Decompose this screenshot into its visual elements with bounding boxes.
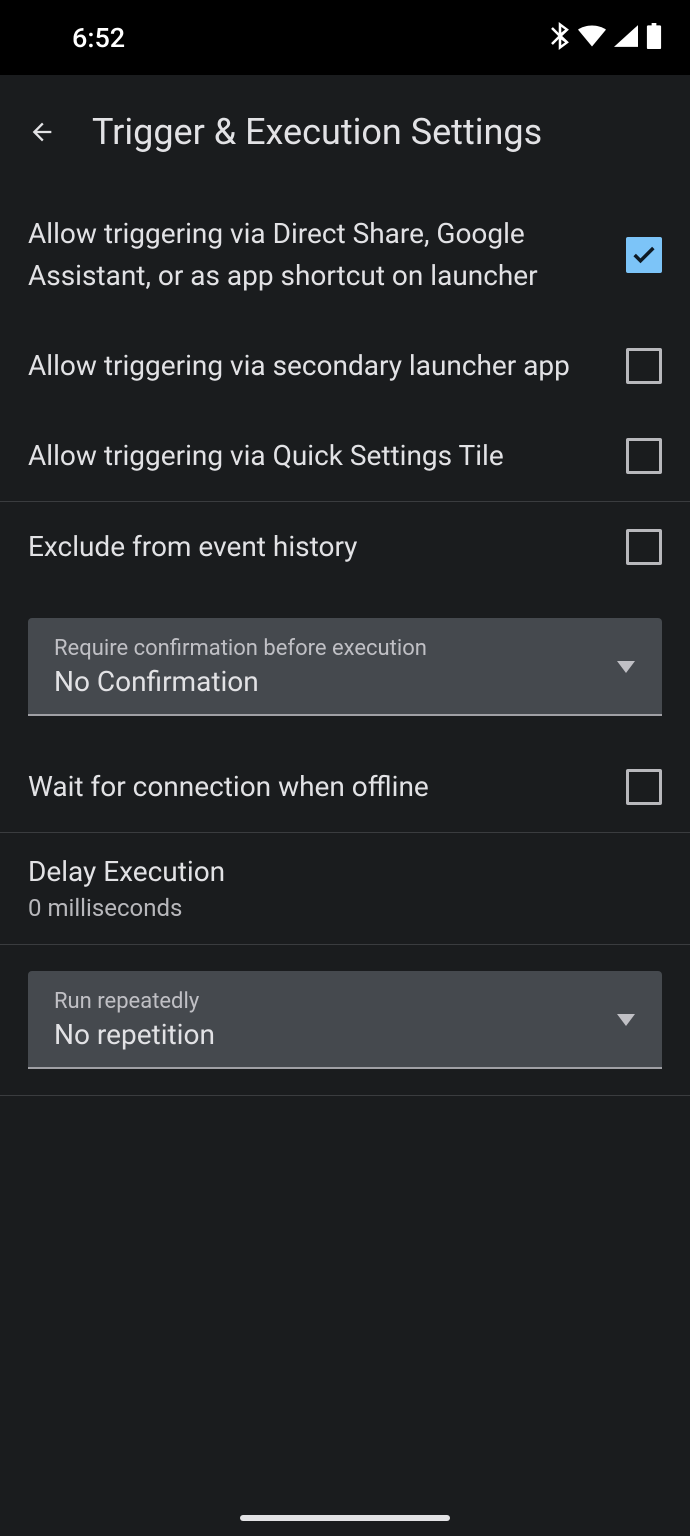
back-button[interactable] bbox=[28, 118, 56, 146]
setting-label: Allow triggering via Direct Share, Googl… bbox=[28, 213, 626, 297]
navigation-bar bbox=[0, 1500, 690, 1536]
delay-label: Delay Execution bbox=[28, 855, 662, 888]
dropdown-text: Require confirmation before execution No… bbox=[54, 636, 427, 698]
setting-label: Allow triggering via secondary launcher … bbox=[28, 345, 626, 387]
setting-secondary-launcher[interactable]: Allow triggering via secondary launcher … bbox=[0, 321, 690, 411]
arrow-left-icon bbox=[28, 116, 56, 148]
chevron-down-icon bbox=[616, 658, 636, 677]
status-bar: 6:52 bbox=[0, 0, 690, 75]
checkbox-direct-share[interactable] bbox=[626, 237, 662, 273]
setting-direct-share[interactable]: Allow triggering via Direct Share, Googl… bbox=[0, 189, 690, 321]
setting-wait-connection[interactable]: Wait for connection when offline bbox=[0, 742, 690, 832]
chevron-down-icon bbox=[616, 1011, 636, 1030]
setting-quick-settings[interactable]: Allow triggering via Quick Settings Tile bbox=[0, 411, 690, 501]
checkbox-quick-settings[interactable] bbox=[626, 438, 662, 474]
setting-label: Wait for connection when offline bbox=[28, 766, 626, 808]
app-bar: Trigger & Execution Settings bbox=[0, 75, 690, 189]
signal-icon bbox=[614, 25, 638, 51]
settings-content: Allow triggering via Direct Share, Googl… bbox=[0, 189, 690, 1096]
dropdown-repetition[interactable]: Run repeatedly No repetition bbox=[28, 971, 662, 1069]
dropdown-confirmation[interactable]: Require confirmation before execution No… bbox=[28, 618, 662, 716]
delay-value: 0 milliseconds bbox=[28, 894, 662, 922]
dropdown-label: Run repeatedly bbox=[54, 989, 215, 1014]
bluetooth-icon bbox=[550, 22, 570, 54]
dropdown-label: Require confirmation before execution bbox=[54, 636, 427, 661]
battery-icon bbox=[646, 23, 662, 53]
setting-delay-execution[interactable]: Delay Execution 0 milliseconds bbox=[0, 833, 690, 944]
divider bbox=[0, 1095, 690, 1096]
status-time: 6:52 bbox=[72, 22, 125, 54]
setting-label: Allow triggering via Quick Settings Tile bbox=[28, 435, 626, 477]
divider bbox=[0, 944, 690, 945]
dropdown-value: No repetition bbox=[54, 1018, 215, 1051]
dropdown-value: No Confirmation bbox=[54, 665, 427, 698]
page-title: Trigger & Execution Settings bbox=[92, 111, 542, 153]
check-icon bbox=[630, 241, 658, 269]
setting-label: Exclude from event history bbox=[28, 526, 626, 568]
setting-exclude-history[interactable]: Exclude from event history bbox=[0, 502, 690, 592]
checkbox-exclude-history[interactable] bbox=[626, 529, 662, 565]
status-icons bbox=[550, 22, 662, 54]
checkbox-secondary-launcher[interactable] bbox=[626, 348, 662, 384]
dropdown-text: Run repeatedly No repetition bbox=[54, 989, 215, 1051]
wifi-icon bbox=[578, 25, 606, 51]
nav-handle[interactable] bbox=[240, 1515, 450, 1521]
checkbox-wait-connection[interactable] bbox=[626, 769, 662, 805]
